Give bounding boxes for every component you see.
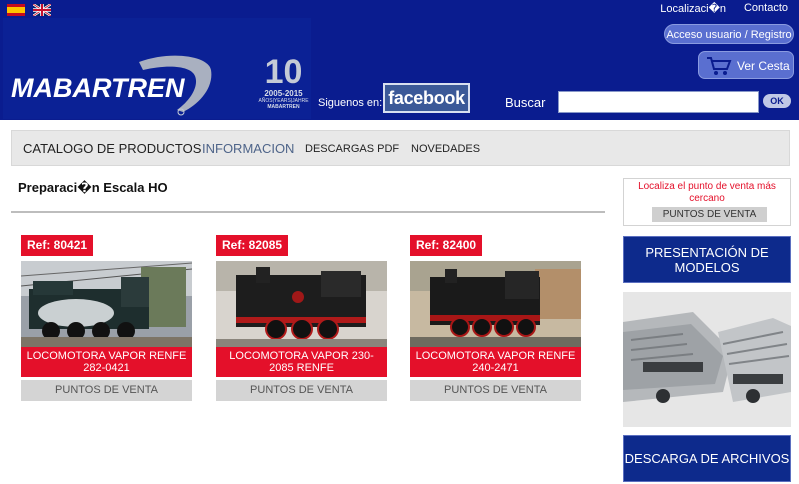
nav-item-descargas-pdf[interactable]: DESCARGAS PDF — [305, 143, 399, 155]
uk-flag-icon[interactable] — [33, 4, 51, 16]
nav-item-novedades[interactable]: NOVEDADES — [411, 143, 480, 155]
view-cart-button[interactable]: Ver Cesta — [698, 51, 794, 79]
product-image[interactable] — [410, 261, 581, 347]
location-link[interactable]: Localizaci�n — [660, 2, 726, 15]
site-header: Localizaci�n Contacto Acceso usuario / R… — [0, 0, 799, 120]
model-presentation-button[interactable]: PRESENTACIÓN DE MODELOS — [623, 236, 791, 283]
nav-item-catalogo[interactable]: CATALOGO DE PRODUCTOS — [23, 141, 201, 156]
logo-banner[interactable]: MABARTREN 10 2005-2015 AÑOS|YEARS|JAHRE … — [3, 18, 311, 119]
search-input[interactable] — [558, 91, 759, 113]
page-title: Preparaci�n Escala HO — [18, 180, 168, 195]
search-label: Buscar — [505, 95, 546, 110]
nav-item-informacion[interactable]: INFORMACION — [202, 141, 294, 156]
title-divider — [11, 211, 605, 213]
product-name[interactable]: LOCOMOTORA VAPOR RENFE 240-2471 — [410, 347, 581, 377]
anniversary-number: 10 — [264, 53, 303, 91]
store-locator-box: Localiza el punto de venta más cercano P… — [623, 178, 791, 226]
points-of-sale-button[interactable]: PUNTOS DE VENTA — [410, 380, 581, 401]
top-links: Localizaci�n Contacto — [660, 2, 788, 15]
product-ref-badge: Ref: 80421 — [21, 235, 94, 256]
spanish-flag-icon[interactable] — [7, 4, 25, 16]
product-image[interactable] — [216, 261, 387, 347]
product-name[interactable]: LOCOMOTORA VAPOR 230-2085 RENFE — [216, 347, 387, 377]
shopping-cart-icon — [706, 56, 732, 79]
anniversary-brand: MABARTREN — [267, 104, 300, 110]
points-of-sale-button[interactable]: PUNTOS DE VENTA — [216, 380, 387, 401]
product-ref-badge: Ref: 82400 — [410, 235, 483, 256]
product-image[interactable] — [21, 261, 192, 347]
product-ref-badge: Ref: 82085 — [216, 235, 289, 256]
store-locator-button[interactable]: PUNTOS DE VENTA — [652, 207, 767, 222]
contact-link[interactable]: Contacto — [744, 2, 788, 15]
anniversary-years: 2005-2015 — [264, 89, 303, 98]
product-name[interactable]: LOCOMOTORA VAPOR RENFE 282-0421 — [21, 347, 192, 377]
follow-us-label: Siguenos en: — [318, 97, 383, 109]
main-nav: CATALOGO DE PRODUCTOS INFORMACION DESCAR… — [11, 130, 790, 166]
download-files-button[interactable]: DESCARGA DE ARCHIVOS — [623, 435, 791, 482]
facebook-button[interactable]: facebook — [383, 83, 470, 113]
anniversary-badge: 10 2005-2015 AÑOS|YEARS|JAHRE MABARTREN — [256, 55, 311, 115]
model-photo[interactable] — [623, 292, 791, 427]
login-register-button[interactable]: Acceso usuario / Registro — [664, 24, 794, 44]
logo-text: MABARTREN — [11, 73, 185, 103]
mabartren-logo: MABARTREN — [11, 54, 221, 123]
cart-label: Ver Cesta — [737, 59, 790, 73]
search-ok-button[interactable]: OK — [763, 94, 791, 108]
points-of-sale-button[interactable]: PUNTOS DE VENTA — [21, 380, 192, 401]
store-locator-text: Localiza el punto de venta más cercano — [638, 181, 776, 204]
